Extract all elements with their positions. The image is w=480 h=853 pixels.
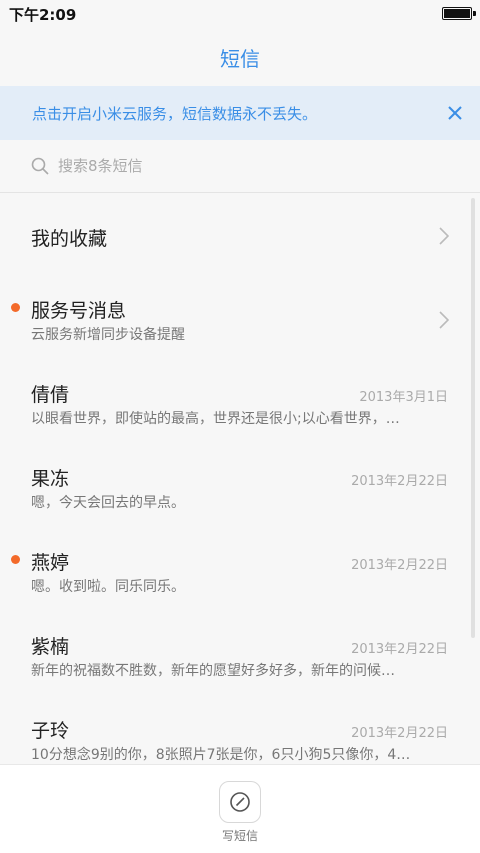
conversation-item[interactable]: 紫楠 2013年2月22日 新年的祝福数不胜数，新年的愿望好多好多，新年的问候… <box>0 614 480 698</box>
search-input[interactable] <box>58 157 418 175</box>
conversation-item[interactable]: 果冻 2013年2月22日 嗯，今天会回去的早点。 <box>0 446 480 530</box>
conversation-name: 子玲 <box>31 720 70 742</box>
conversation-preview: 云服务新增同步设备提醒 <box>31 327 185 343</box>
page-title: 短信 <box>220 46 260 71</box>
compose-icon <box>230 792 250 812</box>
favorites-label: 我的收藏 <box>31 228 108 250</box>
conversation-item[interactable]: 服务号消息 云服务新增同步设备提醒 <box>0 278 480 362</box>
conversation-preview: 嗯，今天会回去的早点。 <box>31 495 185 511</box>
status-bar: 下午2:09 <box>0 0 480 28</box>
unread-dot <box>11 303 20 312</box>
search-icon <box>31 157 49 175</box>
conversation-preview: 嗯。收到啦。同乐同乐。 <box>31 579 185 595</box>
conversation-item[interactable]: 燕婷 2013年2月22日 嗯。收到啦。同乐同乐。 <box>0 530 480 614</box>
conversation-name: 果冻 <box>31 468 70 490</box>
conversation-name: 服务号消息 <box>31 300 127 322</box>
scrollbar[interactable] <box>471 198 475 638</box>
conversation-name: 紫楠 <box>31 636 70 658</box>
close-icon[interactable] <box>444 102 466 124</box>
banner-text[interactable]: 点击开启小米云服务，短信数据永不丢失。 <box>32 103 317 124</box>
title-bar: 短信 <box>0 28 480 86</box>
search-bar[interactable] <box>0 140 480 193</box>
compose-label[interactable]: 写短信 <box>0 827 480 844</box>
bottom-bar: 写短信 <box>0 764 480 853</box>
chevron-right-icon <box>439 311 449 329</box>
conversation-item[interactable]: 倩倩 2013年3月1日 以眼看世界，即使站的最高，世界还是很小;以心看世界，… <box>0 362 480 446</box>
chevron-right-icon <box>439 227 449 245</box>
conversation-date: 2013年3月1日 <box>359 390 448 405</box>
conversation-name: 倩倩 <box>31 384 70 406</box>
conversation-preview: 新年的祝福数不胜数，新年的愿望好多好多，新年的问候… <box>31 663 395 679</box>
compose-button[interactable] <box>219 781 261 823</box>
conversation-date: 2013年2月22日 <box>351 642 448 657</box>
conversation-item[interactable]: 子玲 2013年2月22日 10分想念9别的你，8张照片7张是你，6只小狗5只像… <box>0 698 480 764</box>
unread-dot <box>11 555 20 564</box>
favorites-row[interactable]: 我的收藏 <box>0 194 480 278</box>
conversation-preview: 10分想念9别的你，8张照片7张是你，6只小狗5只像你，4… <box>31 747 411 763</box>
conversation-name: 燕婷 <box>31 552 70 574</box>
conversation-date: 2013年2月22日 <box>351 726 448 741</box>
conversation-date: 2013年2月22日 <box>351 558 448 573</box>
status-time: 下午2:09 <box>9 6 77 24</box>
conversation-preview: 以眼看世界，即使站的最高，世界还是很小;以心看世界，… <box>31 411 400 427</box>
cloud-service-banner[interactable]: 点击开启小米云服务，短信数据永不丢失。 <box>0 86 480 140</box>
conversation-date: 2013年2月22日 <box>351 474 448 489</box>
battery-icon <box>442 7 476 20</box>
conversation-list[interactable]: 我的收藏 服务号消息 云服务新增同步设备提醒 倩倩 2013年3月1日 以眼看世… <box>0 194 480 764</box>
